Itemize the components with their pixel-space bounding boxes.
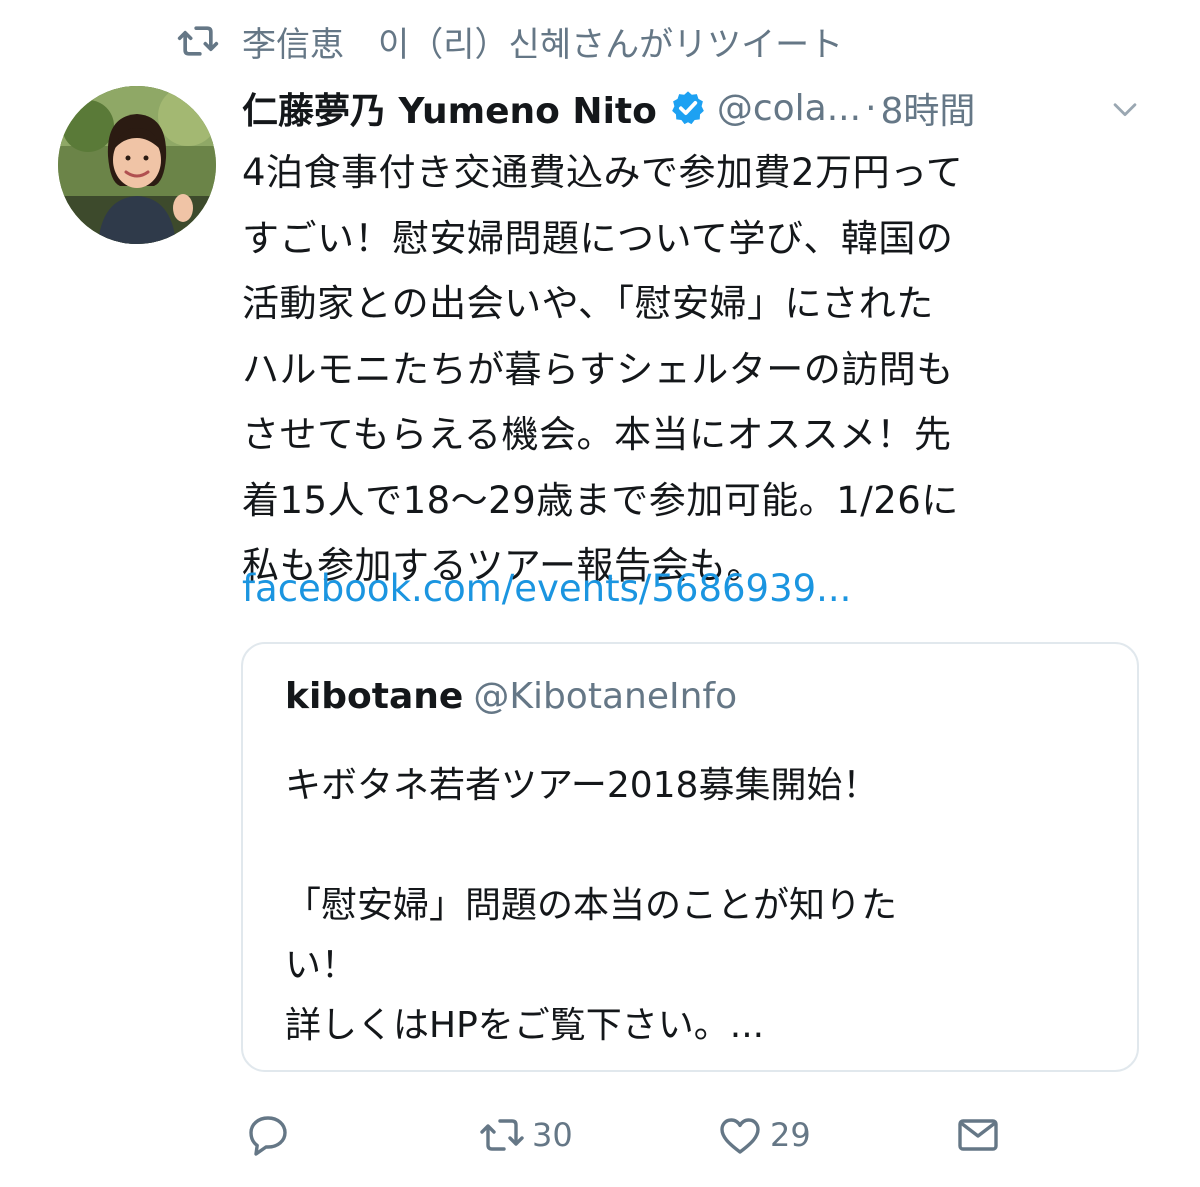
tweet-header: 仁藤夢乃 Yumeno Nito @cola... · 8時間 (242, 80, 1172, 136)
quoted-text-line: キボタネ若者ツアー2018募集開始！ (285, 765, 879, 806)
tweet-text-line: 活動家との出会いや、「慰安婦」にされた (242, 282, 934, 325)
heart-icon (720, 1118, 760, 1154)
reply-button[interactable] (244, 1110, 292, 1160)
like-button[interactable]: 29 (716, 1110, 811, 1160)
chevron-down-icon[interactable] (1108, 92, 1142, 126)
retweet-icon (177, 26, 219, 56)
retweet-context-text: 李信恵 이（리）신혜さんがリツイート (242, 24, 844, 65)
verified-badge-icon (672, 91, 704, 125)
tweet-actions: 30 29 (242, 1110, 1142, 1160)
envelope-icon (958, 1119, 998, 1151)
quoted-text-line: 詳しくはHPをご覧下さい。... (285, 1005, 765, 1046)
tweet-text-line: ハルモニたちが暮らすシェルターの訪問も (242, 347, 954, 391)
quoted-text-line: い！ (285, 945, 358, 986)
author-name[interactable]: 仁藤夢乃 Yumeno Nito (242, 82, 657, 134)
quoted-text-line: 「慰安婦」問題の本当のことが知りた (285, 885, 898, 926)
quoted-tweet-card[interactable]: kibotane @KibotaneInfo キボタネ若者ツアー2018募集開始！… (241, 642, 1139, 1072)
quoted-author-handle: @KibotaneInfo (473, 676, 738, 717)
retweet-button[interactable]: 30 (478, 1110, 573, 1160)
tweet-text: 4泊食事付き交通費込みで参加費2万円って すごい！慰安婦問題について学び、韓国の… (242, 140, 1142, 599)
retweet-count: 30 (532, 1116, 573, 1154)
reply-icon (249, 1116, 287, 1156)
quoted-tweet-header: kibotane @KibotaneInfo (285, 676, 737, 717)
author-handle[interactable]: @cola... (717, 88, 861, 129)
separator-dot: · (865, 87, 877, 129)
tweet-text-line: 4泊食事付き交通費込みで参加費2万円って (242, 151, 964, 194)
like-count: 29 (770, 1116, 811, 1154)
direct-message-button[interactable] (954, 1110, 1002, 1160)
quoted-tweet-text: キボタネ若者ツアー2018募集開始！ 「慰安婦」問題の本当のことが知りた い！ … (285, 756, 1105, 1056)
avatar-photo (58, 86, 216, 244)
tweet-timestamp[interactable]: 8時間 (881, 82, 976, 134)
tweet-text-line: すごい！慰安婦問題について学び、韓国の (242, 216, 954, 260)
tweet-text-line: させてもらえる機会。本当にオススメ！先 (242, 413, 952, 456)
retweet-icon (480, 1119, 524, 1151)
tweet-text-line: 着15人で18〜29歳まで参加可能。1/26に (242, 478, 959, 522)
retweet-context[interactable]: 李信恵 이（리）신혜さんがリツイート (176, 18, 844, 65)
quoted-text-line (285, 816, 1105, 876)
avatar[interactable] (58, 86, 216, 244)
tweet-link[interactable]: facebook.com/events/5686939... (242, 556, 851, 621)
quoted-author-name: kibotane (285, 676, 464, 717)
